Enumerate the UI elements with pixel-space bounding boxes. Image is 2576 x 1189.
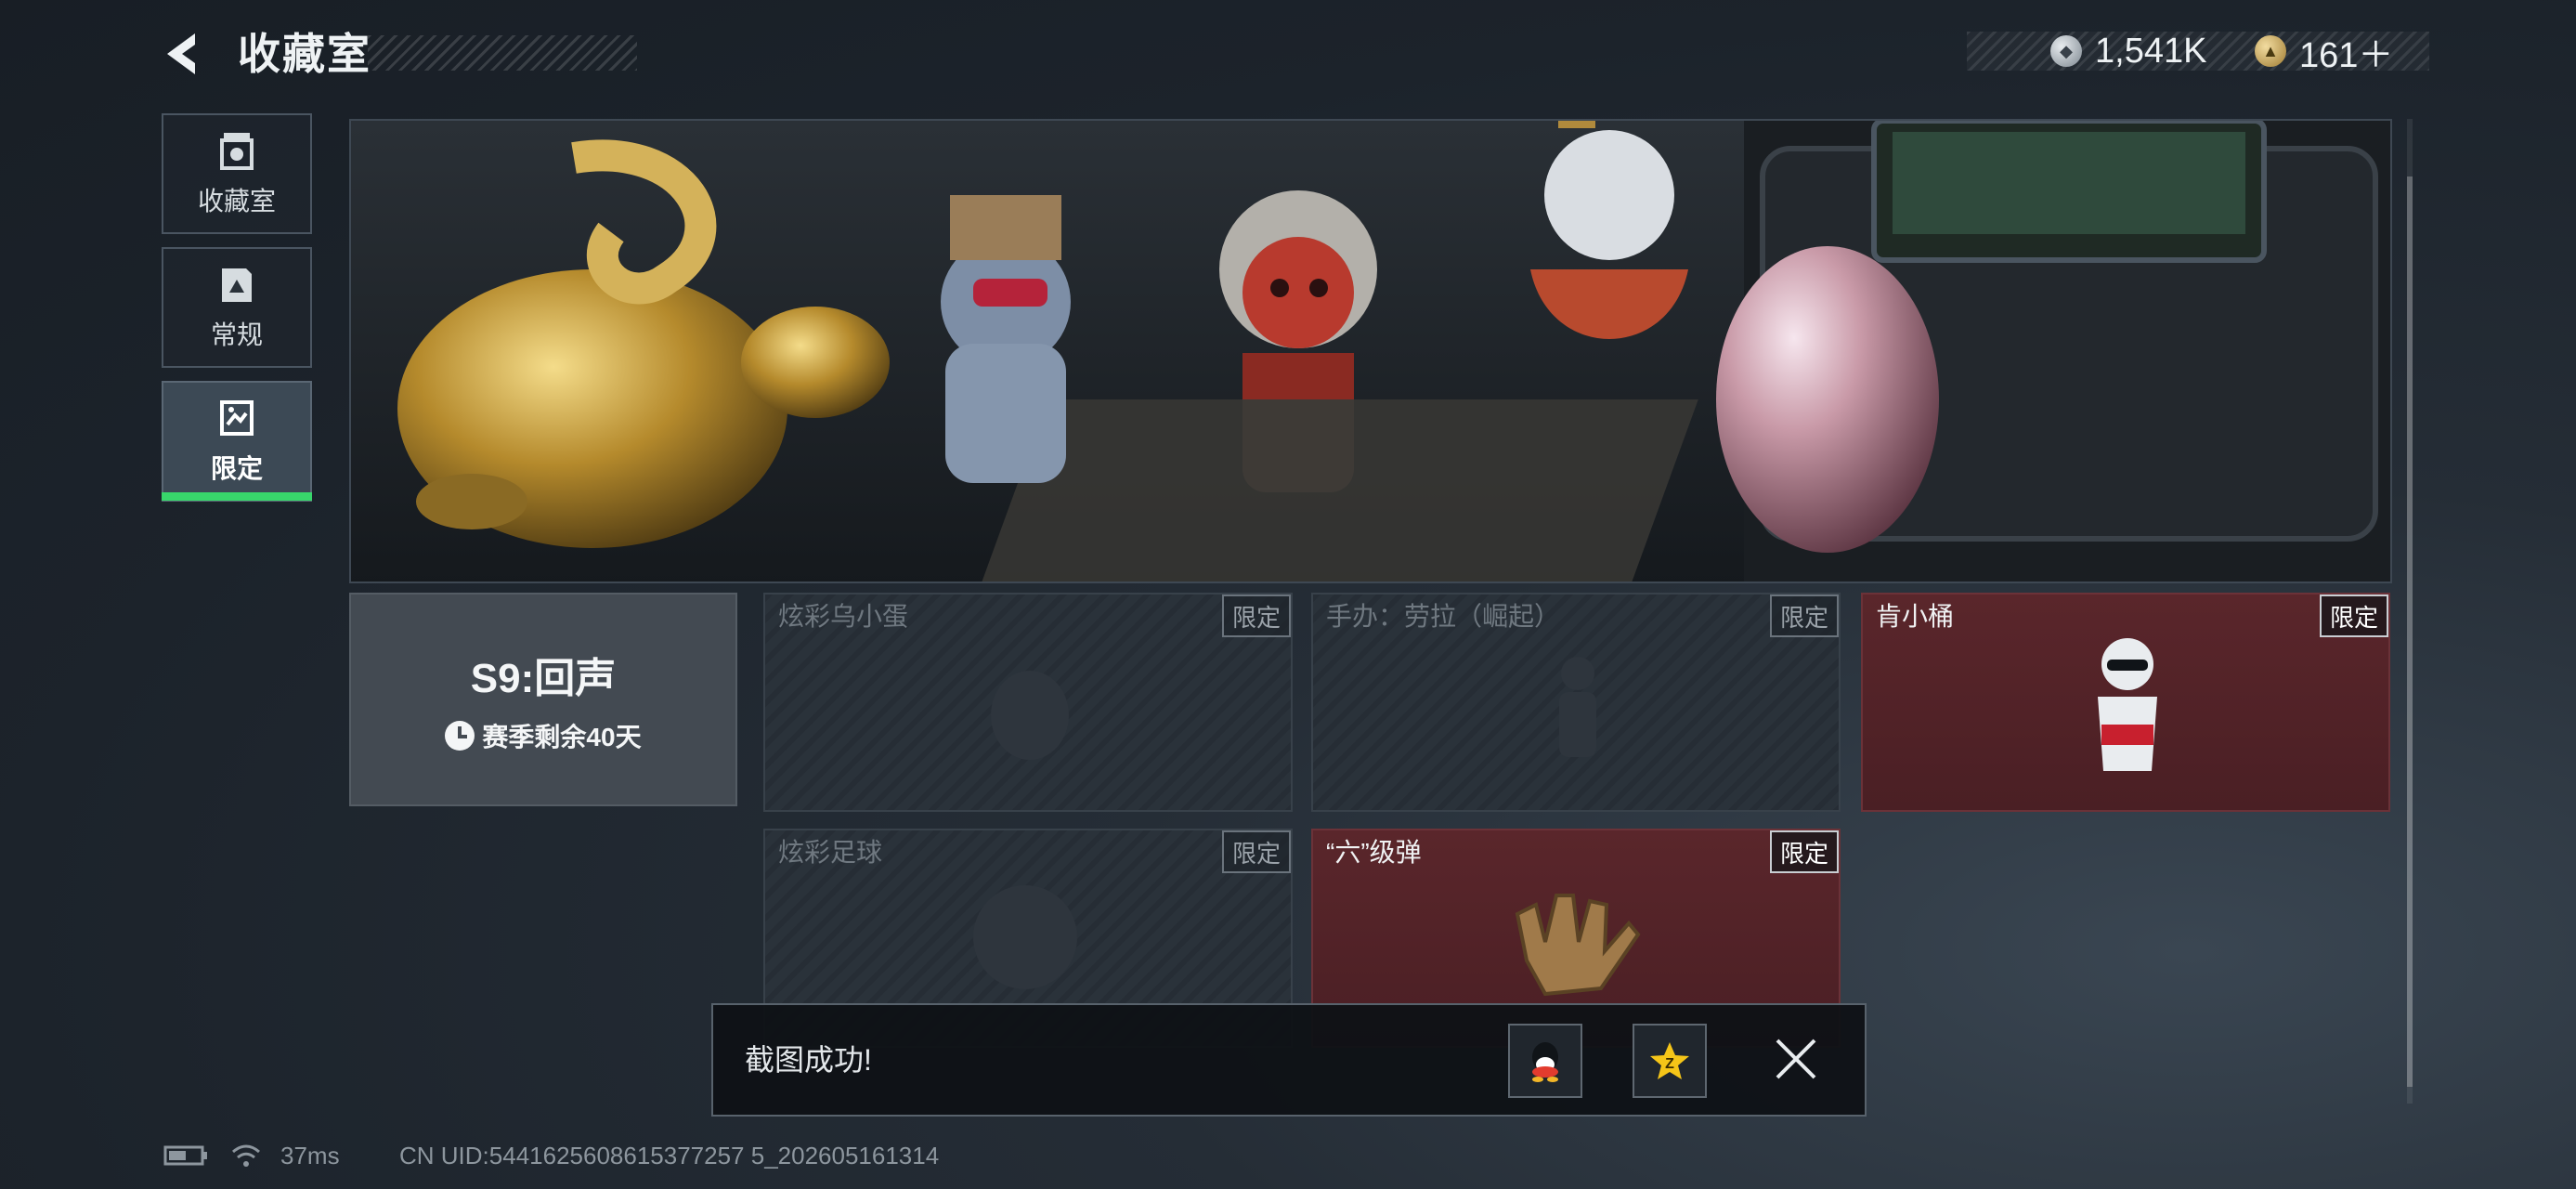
limited-badge: 限定 [1222,830,1291,873]
silver-currency: ◆ 1,541K [2050,32,2206,71]
qq-icon [1532,1042,1558,1082]
card-name: 炫彩乌小蛋 [778,602,909,631]
back-button[interactable] [158,28,212,80]
season-remaining: 赛季剩余40天 [445,717,642,754]
title-decoration [368,35,637,71]
regular-icon [222,268,252,302]
ping-value: 37ms [280,1141,340,1169]
qzone-icon: Z [1650,1042,1689,1079]
gold-coin-icon: ▲ [2255,35,2286,67]
collection-card[interactable]: 手办：劳拉（崛起） 限定 [1311,593,1841,812]
gold-currency[interactable]: ▲ 161＋ [2255,32,2393,75]
nav-label-regular: 常规 [210,320,263,349]
card-name: 炫彩足球 [778,838,883,867]
silver-currency-value: 1,541K [2095,31,2207,71]
season-title: S9:回声 [470,656,617,701]
limited-badge: 限定 [2320,594,2388,637]
nav-item-regular[interactable]: 常规 [162,247,312,368]
hand-gesture-figure [1515,894,1641,997]
limited-badge: 限定 [1770,830,1839,873]
clock-icon [445,721,475,751]
gold-currency-value: 161＋ [2299,35,2394,75]
collection-card[interactable]: 炫彩乌小蛋 限定 [763,593,1293,812]
nav-item-collection[interactable]: 收藏室 [162,113,312,234]
locked-item-silhouette [973,885,1077,989]
collection-icon [220,133,254,170]
nav-active-indicator [162,492,312,501]
limited-badge: 限定 [1770,594,1839,637]
card-name: 肯小桶 [1876,602,1955,631]
collection-card[interactable]: 肯小桶 限定 [1861,593,2390,812]
close-icon [1776,1039,1816,1079]
card-name: “六”级弹 [1326,838,1422,867]
svg-text:Z: Z [1665,1056,1674,1072]
wifi-icon [232,1144,260,1167]
screenshot-toast: 截图成功! Z [711,1003,1867,1117]
limited-banner[interactable] [349,119,2392,583]
nav-label-limited: 限定 [210,454,263,483]
page-title: 收藏室 [238,30,371,78]
nav-label-collection: 收藏室 [197,187,276,216]
locked-item-silhouette [991,671,1069,760]
scrollbar-thumb[interactable] [2407,176,2413,1087]
banner-artwork [351,121,2390,581]
kfc-bucket-figure [2098,638,2157,771]
network-status: 37ms [163,1137,340,1174]
silver-coin-icon: ◆ [2050,35,2082,67]
locked-item-silhouette [1559,657,1596,757]
toast-message: 截图成功! [745,1043,872,1077]
back-arrow-icon [167,33,195,74]
share-qzone-button[interactable]: Z [1633,1024,1707,1098]
card-name: 手办：劳拉（崛起） [1326,602,1561,631]
battery-icon [163,1145,207,1166]
limited-icon [220,400,254,436]
season-remaining-text: 赛季剩余40天 [482,723,642,751]
limited-badge: 限定 [1222,594,1291,637]
toast-close-button[interactable] [1768,1031,1824,1087]
share-qq-button[interactable] [1508,1024,1582,1098]
season-card: S9:回声 赛季剩余40天 [349,593,737,806]
nav-item-limited[interactable]: 限定 [162,381,312,502]
uid-text: CN UID:5441625608615377257 5_20260516131… [399,1141,940,1169]
